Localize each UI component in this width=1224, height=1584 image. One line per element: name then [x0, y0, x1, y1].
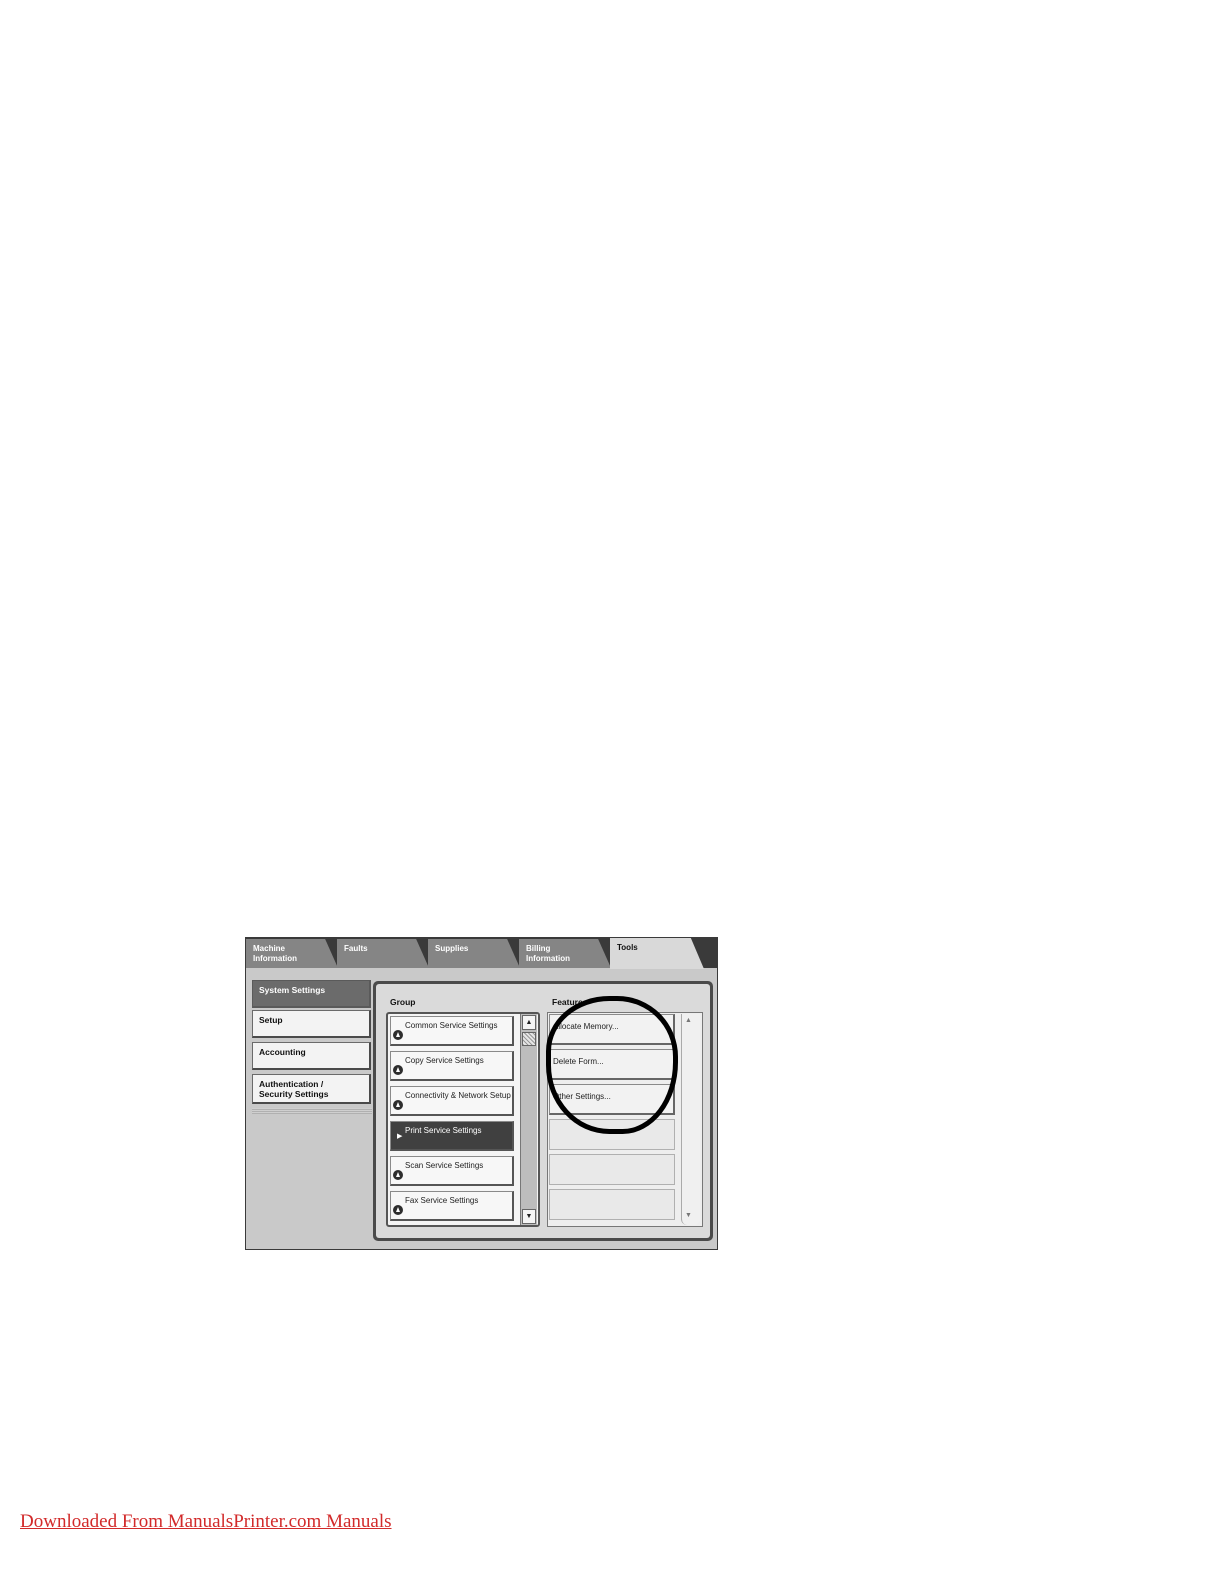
group-item-common-service[interactable]: Common Service Settings [390, 1016, 514, 1046]
feature-item-empty [549, 1189, 675, 1220]
tab-faults[interactable]: Faults [337, 939, 429, 968]
arrow-right-icon: ▶ [397, 1133, 403, 1140]
group-item-print-service[interactable]: ▶ Print Service Settings [390, 1121, 514, 1151]
features-scrollbar[interactable]: ▲ ▼ [681, 1014, 700, 1225]
expand-circle-icon [393, 1170, 403, 1180]
expand-circle-icon [393, 1205, 403, 1215]
group-item-label: Common Service Settings [405, 1021, 498, 1030]
tab-machine-information[interactable]: Machine Information [246, 939, 338, 968]
scroll-down-button[interactable]: ▼ [522, 1209, 536, 1224]
group-item-label: Connectivity & Network Setup [405, 1091, 511, 1100]
group-item-copy-service[interactable]: Copy Service Settings [390, 1051, 514, 1081]
group-item-connectivity-network[interactable]: Connectivity & Network Setup [390, 1086, 514, 1116]
group-item-scan-service[interactable]: Scan Service Settings [390, 1156, 514, 1186]
sidebar-item-authentication-security[interactable]: Authentication / Security Settings [252, 1074, 371, 1104]
group-scrollbar[interactable]: ▲ ▼ [520, 1014, 537, 1225]
sidebar-item-accounting[interactable]: Accounting [252, 1042, 371, 1070]
expand-circle-icon [393, 1030, 403, 1040]
sidebar-item-system-settings[interactable]: System Settings [252, 980, 371, 1008]
highlight-circle-annotation [546, 996, 678, 1134]
group-item-label: Scan Service Settings [405, 1161, 484, 1170]
group-list: Common Service Settings Copy Service Set… [386, 1012, 540, 1227]
scroll-up-button[interactable]: ▲ [522, 1015, 536, 1030]
tab-bar: Machine Information Faults Supplies Bill… [246, 938, 717, 969]
expand-circle-icon [393, 1065, 403, 1075]
tab-tools[interactable]: Tools [610, 938, 704, 969]
feature-item-empty [549, 1154, 675, 1185]
group-item-label: Print Service Settings [405, 1126, 482, 1135]
group-item-label: Copy Service Settings [405, 1056, 484, 1065]
footer-download-link[interactable]: Downloaded From ManualsPrinter.com Manua… [20, 1511, 392, 1533]
tab-supplies[interactable]: Supplies [428, 939, 520, 968]
sidebar-item-setup[interactable]: Setup [252, 1010, 371, 1038]
group-column-label: Group [390, 997, 416, 1007]
features-scroll-up-icon[interactable]: ▲ [685, 1017, 692, 1024]
sidebar-divider [252, 1108, 372, 1114]
tab-billing-information[interactable]: Billing Information [519, 939, 611, 968]
group-item-label: Fax Service Settings [405, 1196, 479, 1205]
expand-circle-icon [393, 1100, 403, 1110]
features-scroll-down-icon[interactable]: ▼ [685, 1212, 692, 1219]
group-item-fax-service[interactable]: Fax Service Settings [390, 1191, 514, 1221]
scroll-thumb[interactable] [522, 1032, 536, 1046]
